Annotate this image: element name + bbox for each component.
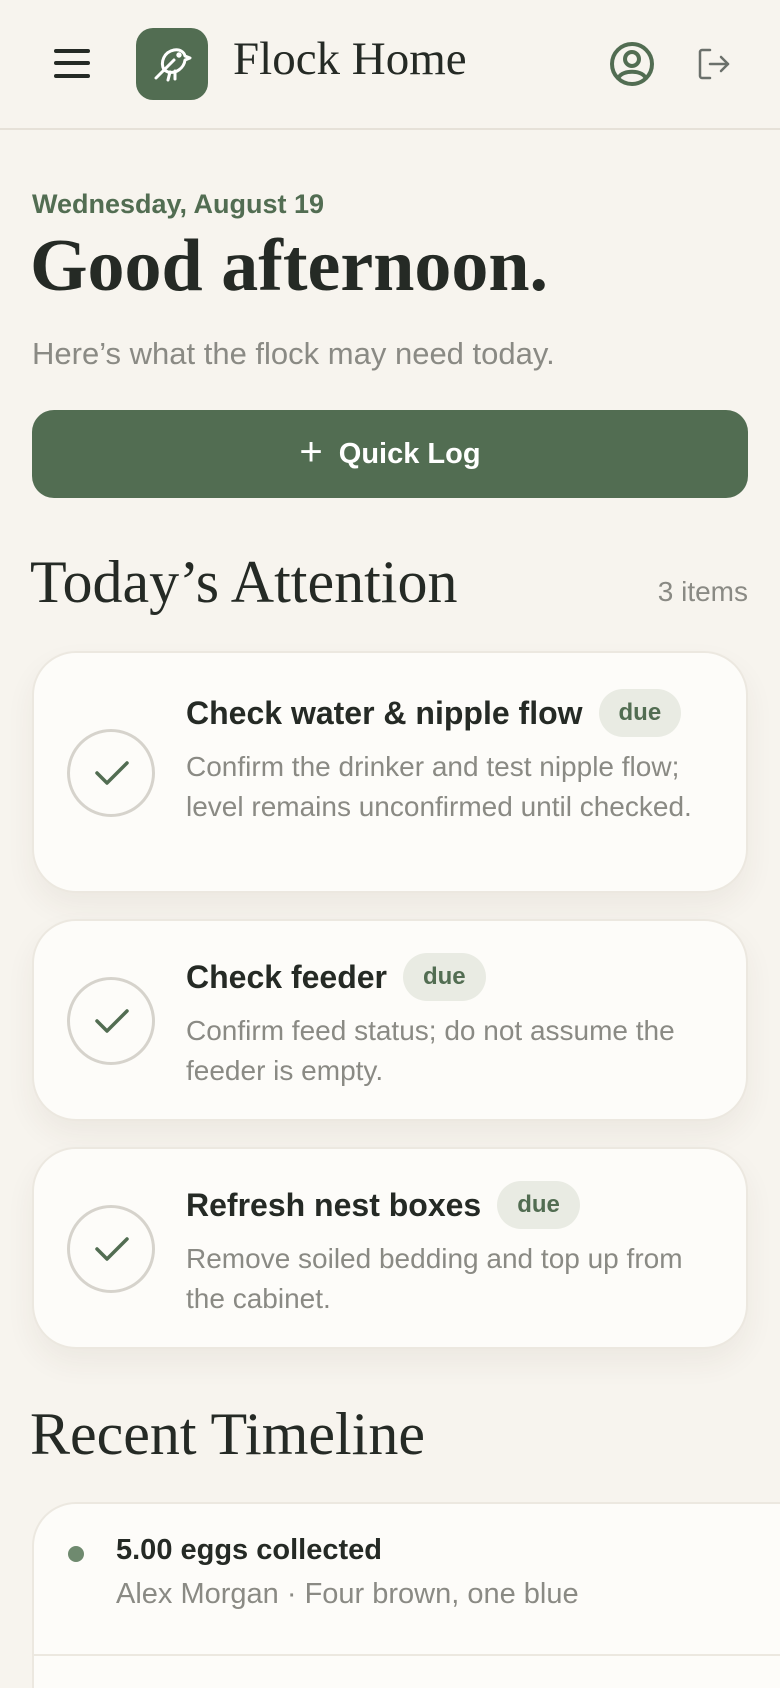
greeting-subtitle: Here’s what the flock may need today. (32, 336, 555, 371)
current-date: Wednesday, August 19 (32, 189, 325, 219)
status-badge: due (497, 1181, 580, 1229)
status-badge: due (598, 689, 682, 737)
timeline-section-title: Recent Timeline (30, 1401, 425, 1467)
greeting-headline: Good afternoon. (30, 225, 548, 307)
task-card-water: Check water & nipple flow due Confirm th… (32, 651, 748, 893)
task-body: Refresh nest boxes due Remove soiled bed… (186, 1181, 722, 1319)
complete-task-checkbox[interactable] (67, 1205, 155, 1293)
task-title: Refresh nest boxes (186, 1186, 482, 1223)
checkmark-icon (95, 1009, 129, 1033)
hamburger-menu-icon[interactable] (52, 46, 92, 80)
user-circle-icon[interactable] (608, 40, 656, 88)
attention-item-count: 3 items (657, 576, 748, 607)
timeline-entry-title: 5.00 eggs collected (116, 1534, 382, 1566)
task-card-feeder: Check feeder due Confirm feed status; do… (32, 919, 748, 1121)
quick-log-label: Quick Log (338, 437, 481, 470)
app-title: Flock Home (233, 33, 467, 85)
bird-icon (154, 48, 192, 82)
plus-icon: + (299, 430, 323, 474)
timeline-entry-meta: Alex Morgan · Four brown, one blue (116, 1578, 579, 1610)
status-badge: due (402, 953, 486, 1001)
complete-task-checkbox[interactable] (67, 977, 155, 1065)
app-logo (136, 28, 208, 100)
app-root: Flock Home Wednesday, August 19 Good aft… (0, 0, 780, 1688)
checkmark-icon (95, 761, 129, 785)
attention-section-title: Today’s Attention (30, 549, 458, 615)
logout-icon[interactable] (696, 46, 732, 82)
timeline-list: 5.00 eggs collected Alex Morgan · Four b… (32, 1502, 780, 1688)
task-description: Remove soiled bedding and top up from th… (186, 1243, 683, 1314)
task-description: Confirm feed status; do not assume the f… (186, 1015, 675, 1086)
checkmark-icon (95, 1237, 129, 1261)
quick-log-button[interactable]: + Quick Log (32, 410, 748, 498)
task-card-nest-boxes: Refresh nest boxes due Remove soiled bed… (32, 1147, 748, 1349)
task-body: Check water & nipple flow due Confirm th… (186, 689, 722, 827)
task-body: Check feeder due Confirm feed status; do… (186, 953, 722, 1091)
complete-task-checkbox[interactable] (67, 729, 155, 817)
task-description: Confirm the drinker and test nipple flow… (186, 751, 692, 822)
timeline-dot-icon (68, 1546, 84, 1562)
task-title: Check feeder (186, 958, 387, 995)
top-bar: Flock Home (0, 0, 780, 130)
divider (34, 1654, 780, 1656)
task-title: Check water & nipple flow (186, 694, 583, 731)
